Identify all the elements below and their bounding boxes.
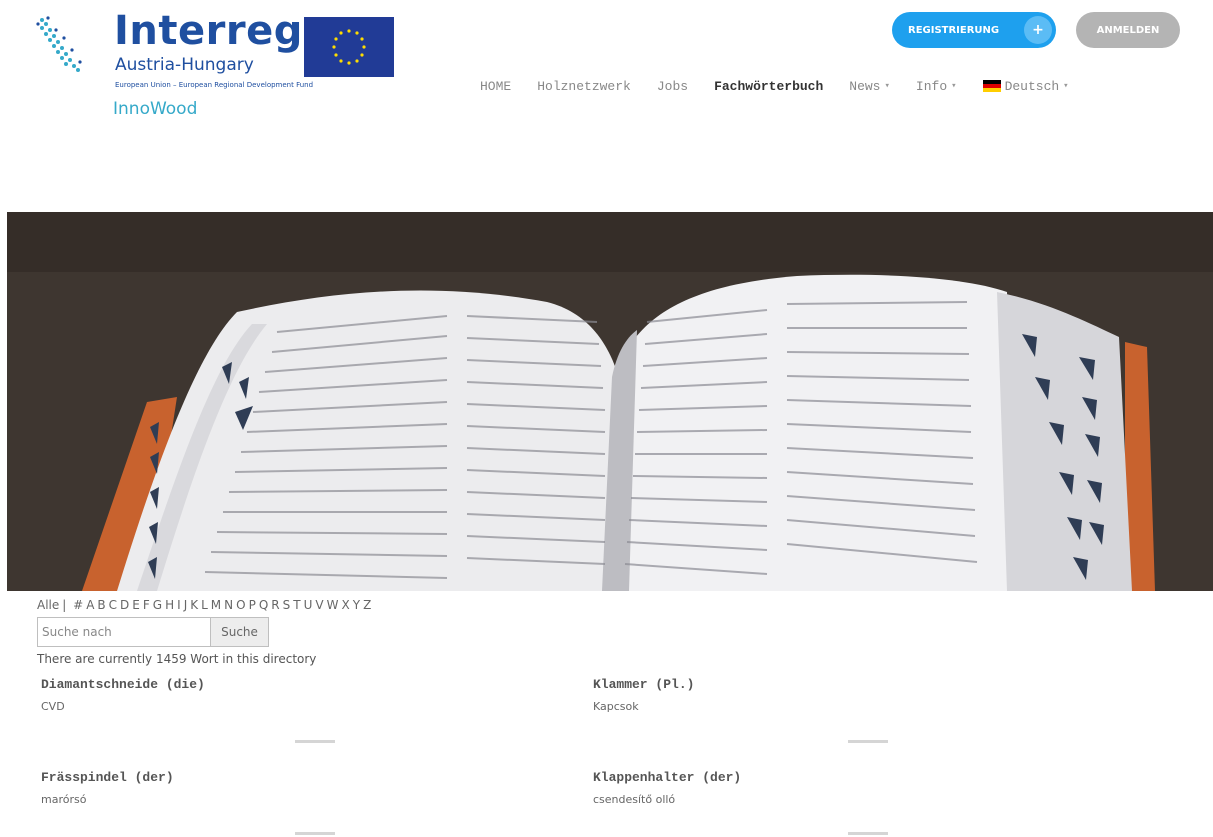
alpha-letter-link[interactable]: Y (353, 598, 360, 612)
alpha-letter-link[interactable]: M (211, 598, 221, 612)
glossary-entry: Klammer (Pl.) Kapcsok (593, 677, 694, 713)
alpha-letter-link[interactable]: N (224, 598, 233, 612)
entry-definition: marórsó (41, 793, 87, 806)
german-flag-icon (982, 80, 1001, 92)
alpha-letter-link[interactable]: T (293, 598, 300, 612)
entry-term[interactable]: Klappenhalter (der) (593, 770, 741, 785)
nav-item-fachwoerterbuch[interactable]: Fachwörterbuch (714, 79, 823, 94)
open-dictionary-image (7, 212, 1213, 591)
alpha-letter-link[interactable]: V (315, 598, 323, 612)
glossary-entry: Frässpindel (der) marórsó (41, 770, 174, 806)
search-button-label: Suche (221, 625, 258, 639)
entry-definition: Kapcsok (593, 700, 639, 713)
entry-divider (848, 740, 888, 743)
glossary-entry: Klappenhalter (der) csendesítő olló (593, 770, 741, 806)
logo-dots-icon (36, 16, 82, 72)
alpha-letter-link[interactable]: W (327, 598, 339, 612)
alpha-letter-link[interactable]: A (86, 598, 94, 612)
chevron-down-icon: ▾ (884, 81, 890, 91)
alpha-letter-link[interactable]: G (153, 598, 162, 612)
search-input[interactable] (37, 617, 211, 647)
alpha-letter-link[interactable]: H (165, 598, 174, 612)
search-form: Suche (37, 617, 269, 647)
alpha-letter-link[interactable]: J (184, 598, 188, 612)
interreg-logo[interactable]: Interreg Austria-Hungary European Union … (36, 8, 416, 124)
nav-item-label: Jobs (656, 78, 689, 94)
alpha-letter-link[interactable]: E (132, 598, 140, 612)
alpha-letter-link[interactable]: L (201, 598, 208, 612)
login-button-label: ANMELDEN (1096, 24, 1160, 36)
entry-term[interactable]: Klammer (Pl.) (593, 677, 694, 692)
logo-brand: InnoWood (113, 99, 198, 119)
language-selector[interactable]: Deutsch ▾ (982, 78, 1069, 94)
alpha-letter-link[interactable]: Z (363, 598, 371, 612)
logo-subtitle: Austria-Hungary (115, 55, 254, 75)
login-button[interactable]: ANMELDEN (1076, 12, 1180, 48)
alpha-letter-link[interactable]: D (120, 598, 129, 612)
alpha-letter-link[interactable]: F (143, 598, 150, 612)
entry-term[interactable]: Diamantschneide (die) (41, 677, 205, 692)
alpha-letter-link[interactable]: B (97, 598, 105, 612)
logo-title: Interreg (114, 8, 303, 54)
alpha-letter-link[interactable]: S (283, 598, 291, 612)
nav-item-news[interactable]: News ▾ (849, 79, 890, 94)
nav-item-label: Info (915, 78, 948, 94)
alpha-letter-link[interactable]: X (342, 598, 350, 612)
glossary-entry: Diamantschneide (die) CVD (41, 677, 205, 713)
chevron-down-icon: ▾ (1063, 81, 1069, 91)
alpha-all-link[interactable]: Alle (37, 598, 59, 612)
nav-item-label: HOME (480, 78, 512, 94)
entry-divider (848, 832, 888, 835)
eu-flag-icon (304, 17, 394, 77)
alpha-letter-link[interactable]: Q (259, 598, 268, 612)
nav-item-holznetzwerk[interactable]: Holznetzwerk (537, 79, 631, 94)
word-count-text: There are currently 1459 Wort in this di… (37, 652, 317, 666)
plus-icon: + (1024, 16, 1052, 44)
logo-fund-text: European Union – European Regional Devel… (115, 81, 314, 89)
entry-definition: CVD (41, 700, 65, 713)
nav-item-jobs[interactable]: Jobs (657, 79, 688, 94)
alpha-letter-link[interactable]: K (190, 598, 198, 612)
alpha-letter-link[interactable]: U (304, 598, 313, 612)
alpha-letter-link[interactable]: R (271, 598, 279, 612)
nav-item-home[interactable]: HOME (480, 79, 511, 94)
language-label: Deutsch (1004, 78, 1060, 94)
alpha-letter-link[interactable]: P (249, 598, 256, 612)
chevron-down-icon: ▾ (951, 81, 957, 91)
register-button[interactable]: REGISTRIERUNG + (892, 12, 1056, 48)
hero-image (7, 212, 1213, 591)
alpha-letter-link[interactable]: I (177, 598, 181, 612)
alpha-letter-link[interactable]: O (236, 598, 245, 612)
alpha-separator: | (62, 598, 67, 612)
nav-item-label: Holznetzwerk (537, 78, 631, 94)
alpha-letter-link[interactable]: # (73, 598, 83, 612)
nav-item-info[interactable]: Info ▾ (916, 79, 957, 94)
entry-divider (295, 832, 335, 835)
nav-item-label: Fachwörterbuch (714, 78, 824, 94)
entry-divider (295, 740, 335, 743)
search-button[interactable]: Suche (211, 617, 269, 647)
entry-term[interactable]: Frässpindel (der) (41, 770, 174, 785)
nav-item-label: News (849, 78, 881, 94)
alpha-letter-link[interactable]: C (109, 598, 117, 612)
main-nav: HOME Holznetzwerk Jobs Fachwörterbuch Ne… (480, 76, 1095, 96)
register-button-label: REGISTRIERUNG (908, 24, 1000, 36)
alphabet-filter: Alle | # A B C D E F G H I J K L M N O P Q R S T U V W X Y Z (37, 598, 374, 612)
entry-definition: csendesítő olló (593, 793, 676, 806)
